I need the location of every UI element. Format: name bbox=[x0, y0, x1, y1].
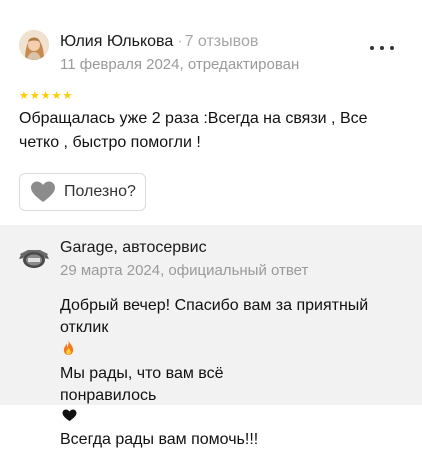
more-dots-icon bbox=[370, 46, 374, 50]
heart-icon bbox=[31, 181, 55, 202]
business-name[interactable]: Garage, автосервис bbox=[60, 239, 207, 257]
review-date: 11 февраля 2024, отредактирован bbox=[60, 56, 300, 73]
review-card: Юлия Юлькова · 7 отзывов 11 февраля 2024, … bbox=[0, 0, 422, 225]
reply-line: отклик Мы рады, что вам всё bbox=[60, 317, 405, 385]
author-name[interactable]: Юлия Юлькова bbox=[60, 33, 173, 50]
star-icon: ★ bbox=[62, 90, 73, 102]
reply-line: Добрый вечер! Спасибо вам за приятный bbox=[60, 297, 369, 314]
reply-line: понравилось bbox=[60, 385, 405, 429]
author-avatar[interactable] bbox=[19, 30, 49, 60]
black-heart-icon bbox=[62, 407, 403, 429]
author-line: Юлия Юлькова · 7 отзывов bbox=[60, 33, 258, 51]
more-dots-icon bbox=[390, 46, 394, 50]
fire-emoji-icon bbox=[62, 339, 403, 363]
helpful-button[interactable]: Полезно? bbox=[19, 173, 146, 211]
more-options-button[interactable] bbox=[370, 38, 394, 58]
garage-logo-icon bbox=[18, 245, 50, 271]
more-dots-icon bbox=[380, 46, 384, 50]
reply-date: 29 марта 2024, официальный ответ bbox=[60, 262, 309, 279]
review-text: Обращалась уже 2 раза :Всегда на связи ,… bbox=[19, 110, 368, 151]
star-icon: ★ bbox=[40, 90, 51, 102]
separator-dot: · bbox=[177, 33, 183, 50]
star-icon: ★ bbox=[51, 90, 62, 102]
reply-text: Добрый вечер! Спасибо вам за приятный от… bbox=[60, 295, 405, 451]
reply-line: Всегда рады вам помочь!!! bbox=[60, 431, 259, 448]
helpful-label: Полезно? bbox=[64, 183, 136, 200]
star-icon: ★ bbox=[29, 90, 40, 102]
user-avatar-icon bbox=[19, 30, 49, 60]
star-icon: ★ bbox=[19, 90, 29, 102]
author-reviews-count[interactable]: 7 отзывов bbox=[185, 33, 259, 50]
business-reply: Garage, автосервис 29 марта 2024, официа… bbox=[0, 225, 422, 448]
rating-stars: ★ ★ ★ ★ ★ bbox=[19, 90, 72, 102]
